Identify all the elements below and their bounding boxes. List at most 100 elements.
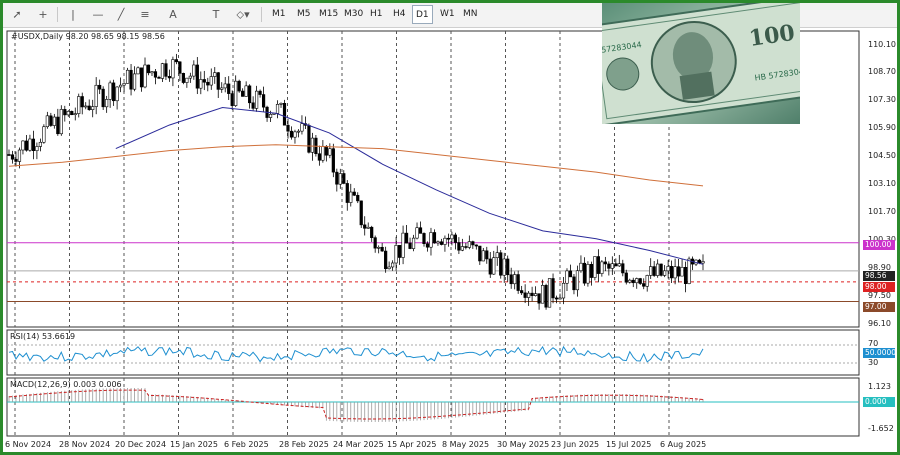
timeframe-w1[interactable]: W1	[437, 5, 458, 24]
candle-body	[178, 61, 182, 74]
timeframe-h4[interactable]: H4	[390, 5, 409, 24]
candle-body	[234, 80, 238, 106]
candle-body	[642, 283, 646, 287]
vertical-line-icon[interactable]: |	[63, 5, 83, 24]
timeframe-m5[interactable]: M5	[294, 5, 314, 24]
price-label: 110.10	[868, 40, 896, 49]
candle-body	[237, 80, 241, 92]
candle-body	[300, 123, 304, 132]
candle-body	[621, 263, 625, 274]
timeframe-m30[interactable]: M30	[341, 5, 366, 24]
rsi-header: RSI(14) 53.6619	[10, 332, 76, 341]
candle-body	[377, 246, 381, 249]
ma-fast-line	[115, 106, 704, 265]
candle-body	[150, 71, 154, 74]
crosshair-icon[interactable]: +	[33, 5, 53, 24]
candle-body	[607, 263, 611, 269]
candle-body	[460, 246, 464, 251]
price-label: 103.10	[868, 179, 896, 188]
candle-body	[59, 109, 63, 135]
candle-body	[411, 237, 416, 249]
candle-body	[370, 226, 374, 238]
chart-header: #USDX,Daily 98.20 98.65 98.15 98.56	[11, 32, 165, 41]
candle-body	[10, 154, 15, 160]
candle-body	[132, 73, 137, 90]
date-label: 28 Feb 2025	[279, 440, 329, 449]
candle-body	[153, 71, 158, 78]
price-label: 105.90	[868, 123, 896, 132]
timeframe-h1[interactable]: H1	[367, 5, 386, 24]
timeframe-m15[interactable]: M15	[316, 5, 341, 24]
text-icon[interactable]: A	[163, 5, 183, 24]
candle-body	[310, 137, 315, 153]
timeframe-mn[interactable]: MN	[460, 5, 481, 24]
candle-body	[513, 274, 517, 285]
dollar-banknote-image: 100 HB 57283044 H 57283044	[602, 3, 800, 124]
candle-body	[338, 173, 342, 185]
candle-body	[697, 259, 702, 264]
candle-body	[174, 59, 178, 63]
horizontal-line-icon[interactable]: —	[88, 5, 108, 24]
candle-body	[45, 115, 49, 128]
candle-body	[192, 64, 196, 77]
candle-body	[70, 111, 74, 116]
candle-body	[335, 171, 339, 185]
candle-body	[582, 262, 587, 284]
candle-body	[673, 266, 677, 279]
candle-body	[101, 88, 105, 108]
candle-body	[115, 86, 119, 102]
candle-body	[523, 292, 527, 298]
candle-body	[202, 79, 206, 83]
candle-body	[547, 278, 552, 308]
candle-body	[289, 130, 294, 138]
candle-body	[80, 96, 84, 108]
label-icon[interactable]: T	[206, 5, 226, 24]
candle-body	[432, 232, 437, 244]
candle-body	[471, 241, 475, 246]
macd-zero-badge: 0.000	[863, 397, 895, 407]
date-label: 30 May 2025	[497, 440, 550, 449]
candle-body	[568, 270, 573, 278]
candle-body	[195, 64, 199, 89]
candle-body	[328, 148, 332, 156]
candle-body	[666, 266, 670, 272]
candle-body	[687, 258, 691, 284]
candle-body	[652, 266, 656, 276]
candle-body	[436, 241, 440, 244]
candle-body	[638, 278, 642, 284]
candle-body	[600, 261, 604, 274]
candle-body	[227, 83, 231, 94]
candle-body	[94, 84, 98, 107]
shapes-icon[interactable]: ⬦▾	[233, 5, 253, 24]
date-label: 23 Jun 2025	[551, 440, 600, 449]
candle-body	[275, 104, 280, 114]
candle-body	[188, 75, 192, 79]
timeframe-m1[interactable]: M1	[269, 5, 289, 24]
candle-body	[282, 102, 287, 126]
level-badge-98: 98.00	[863, 282, 895, 292]
date-label: 15 Apr 2025	[387, 440, 437, 449]
trendline-icon[interactable]: ╱	[111, 5, 131, 24]
candle-body	[565, 270, 569, 284]
candle-body	[63, 109, 67, 116]
candle-body	[520, 290, 524, 294]
candle-body	[28, 138, 32, 151]
ma-slow-line	[8, 144, 704, 187]
cursor-icon[interactable]: ➚	[7, 5, 27, 24]
candle-body	[230, 93, 234, 106]
candle-body	[499, 252, 503, 276]
candle-body	[31, 138, 36, 152]
level-badge-100: 100.00	[863, 240, 895, 250]
timeframe-d1[interactable]: D1	[412, 5, 433, 24]
candle-body	[286, 124, 290, 132]
candle-body	[645, 275, 649, 287]
candle-body	[359, 200, 363, 226]
candle-body	[408, 242, 412, 249]
candle-body	[160, 63, 165, 79]
candle-body	[544, 285, 548, 308]
candle-body	[631, 279, 635, 284]
fibonacci-icon[interactable]: ≡	[135, 5, 155, 24]
candle-body	[575, 270, 580, 291]
macd-max-label: 1.123	[868, 382, 891, 391]
candle-body	[118, 84, 123, 88]
